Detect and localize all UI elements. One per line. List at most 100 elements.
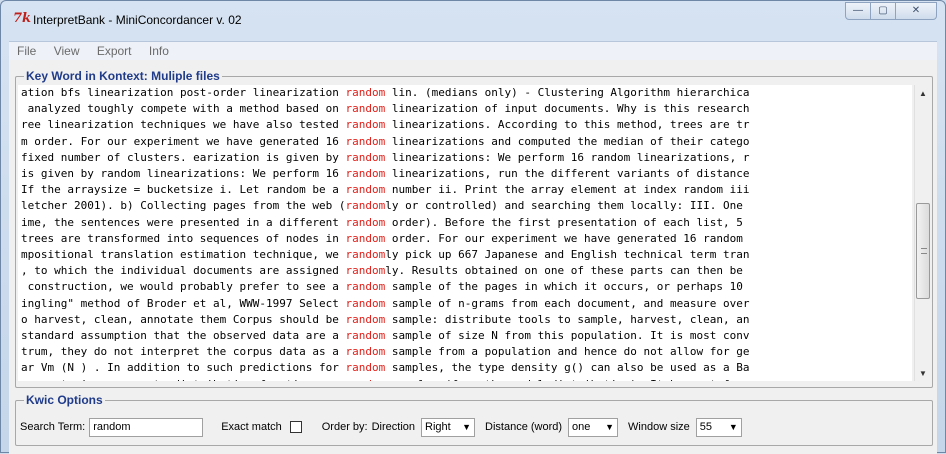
distance-value: one bbox=[572, 421, 591, 433]
minimize-button[interactable]: — bbox=[845, 2, 871, 20]
kwic-line: If the arraysize = bucketsize i. Let ran… bbox=[21, 182, 912, 198]
kwic-keyword: random bbox=[345, 264, 386, 278]
direction-value: Right bbox=[425, 421, 451, 433]
kwic-right-context: sample of n-grams from each document, an… bbox=[385, 296, 750, 310]
window-controls: — ▢ ✕ bbox=[845, 2, 937, 20]
kwic-left-context: analyzed toughly compete with a method b… bbox=[21, 102, 346, 116]
kwic-left-context: standard assumption that the observed da… bbox=[21, 329, 346, 343]
kwic-line: fixed number of clusters. earization is … bbox=[21, 150, 912, 166]
kwic-keyword: random bbox=[345, 296, 386, 310]
kwic-right-context: order. For our experiment we have genera… bbox=[385, 231, 743, 245]
kwic-keyword: random bbox=[345, 86, 386, 99]
kwic-left-context: If the arraysize = bucketsize i. Let ran… bbox=[21, 183, 346, 197]
kwic-keyword: random bbox=[345, 248, 386, 262]
kwic-line: mpositional translation estimation techn… bbox=[21, 247, 912, 263]
distance-select[interactable]: one ▼ bbox=[568, 417, 619, 437]
kwic-line: ime, the sentences were presented in a d… bbox=[21, 215, 912, 231]
kwic-right-context: linearization of input documents. Why is… bbox=[385, 102, 750, 116]
kwic-right-context: samples (from the model distribution). I… bbox=[385, 378, 750, 381]
search-term-input[interactable] bbox=[89, 417, 204, 437]
maximize-button[interactable]: ▢ bbox=[870, 2, 896, 20]
kwic-right-context: linearizations, run the different varian… bbox=[385, 167, 750, 181]
kwic-line: is given by random linearizations: We pe… bbox=[21, 166, 912, 182]
kwic-keyword: random bbox=[345, 329, 386, 343]
kwic-right-context: sample of the pages in which it occurs, … bbox=[385, 280, 743, 294]
kwic-line: ree linearization techniques we have als… bbox=[21, 117, 912, 133]
scrollbar-thumb[interactable] bbox=[916, 203, 930, 299]
kwic-keyword: random bbox=[345, 150, 386, 164]
kwic-left-context: o harvest, clean, annotate them Corpus s… bbox=[21, 312, 346, 326]
kwic-right-context: order). Before the first presentation of… bbox=[385, 215, 743, 229]
exact-match-checkbox[interactable] bbox=[289, 421, 302, 433]
kwic-line: ar Vm (N ) . In addition to such predict… bbox=[21, 360, 912, 376]
distance-label: Distance (word) bbox=[485, 421, 563, 433]
kwic-right-context: linearizations. According to this method… bbox=[385, 118, 750, 132]
kwic-left-context: fixed number of clusters. earization is … bbox=[21, 150, 346, 164]
window-size-label: Window size bbox=[628, 421, 690, 433]
kwic-right-context: sample from a population and hence do no… bbox=[385, 345, 750, 359]
direction-select[interactable]: Right ▼ bbox=[421, 417, 476, 437]
kwic-keyword: random bbox=[345, 102, 386, 116]
kwic-left-context: trum, they do not interpret the corpus d… bbox=[21, 345, 346, 359]
scroll-down-arrow-icon[interactable]: ▼ bbox=[915, 365, 931, 381]
window-title: InterpretBank - MiniConcordancer v. 02 bbox=[33, 13, 242, 27]
menu-view[interactable]: View bbox=[46, 42, 86, 61]
kwic-left-context: ree linearization techniques we have als… bbox=[21, 118, 346, 132]
kwic-keyword: random bbox=[345, 215, 386, 229]
kwic-left-context: oes not give access to distribution func… bbox=[21, 378, 346, 381]
scroll-up-arrow-icon[interactable]: ▲ bbox=[915, 85, 931, 101]
kwic-left-context: trees are transformed into sequences of … bbox=[21, 231, 346, 245]
kwic-keyword: random bbox=[345, 231, 386, 245]
kwic-text-area[interactable]: ation bfs linearization post-order linea… bbox=[18, 85, 912, 381]
kwic-right-context: linearizations: We perform 16 random lin… bbox=[385, 150, 750, 164]
order-by-label: Order by: bbox=[321, 421, 368, 433]
kwic-keyword: random bbox=[345, 199, 386, 213]
kwic-results-group: Key Word in Kontext: Muliple files ation… bbox=[15, 68, 933, 388]
kwic-group-title: Key Word in Kontext: Muliple files bbox=[24, 68, 222, 84]
kwic-line: ingling" method of Broder et al, WWW-199… bbox=[21, 296, 912, 312]
kwic-line: trum, they do not interpret the corpus d… bbox=[21, 344, 912, 360]
kwic-keyword: random bbox=[345, 134, 386, 148]
exact-match-label: Exact match bbox=[221, 421, 282, 433]
kwic-line: o harvest, clean, annotate them Corpus s… bbox=[21, 312, 912, 328]
client-area: Key Word in Kontext: Muliple files ation… bbox=[9, 60, 937, 454]
search-term-label: Search Term: bbox=[20, 421, 86, 433]
menu-info[interactable]: Info bbox=[141, 42, 175, 61]
menu-bar: File View Export Info bbox=[9, 41, 937, 60]
kwic-line: , to which the individual documents are … bbox=[21, 263, 912, 279]
kwic-options-group: Kwic Options Search Term: Exact match Or… bbox=[15, 392, 933, 446]
kwic-left-context: ingling" method of Broder et al, WWW-199… bbox=[21, 296, 346, 310]
kwic-right-context: number ii. Print the array element at in… bbox=[385, 183, 750, 197]
kwic-right-context: ly pick up 667 Japanese and English tech… bbox=[385, 248, 750, 262]
menu-file[interactable]: File bbox=[9, 42, 42, 61]
kwic-line: trees are transformed into sequences of … bbox=[21, 231, 912, 247]
kwic-line: m order. For our experiment we have gene… bbox=[21, 134, 912, 150]
options-row: Search Term: Exact match Order by: Direc… bbox=[20, 417, 752, 437]
title-bar[interactable]: 7k InterpretBank - MiniConcordancer v. 0… bbox=[1, 1, 945, 41]
kwic-left-context: is given by random linearizations: We pe… bbox=[21, 167, 346, 181]
kwic-left-context: letcher 2001). b) Collecting pages from … bbox=[21, 199, 346, 213]
kwic-keyword: random bbox=[345, 345, 386, 359]
close-button[interactable]: ✕ bbox=[895, 2, 937, 20]
kwic-right-context: linearizations and computed the median o… bbox=[385, 134, 750, 148]
window-size-select[interactable]: 55 ▼ bbox=[695, 417, 742, 437]
kwic-keyword: random bbox=[345, 361, 386, 375]
chevron-down-icon: ▼ bbox=[605, 422, 615, 432]
kwic-right-context: lin. (medians only) - Clustering Algorit… bbox=[385, 86, 750, 99]
kwic-line: letcher 2001). b) Collecting pages from … bbox=[21, 198, 912, 214]
kwic-keyword: random bbox=[345, 118, 386, 132]
kwic-left-context: construction, we would probably prefer t… bbox=[21, 280, 346, 294]
kwic-left-context: ar Vm (N ) . In addition to such predict… bbox=[21, 361, 346, 375]
kwic-line: oes not give access to distribution func… bbox=[21, 377, 912, 381]
kwic-right-context: ly or controlled) and searching them loc… bbox=[385, 199, 743, 213]
scroll-grip-icon bbox=[921, 248, 927, 254]
kwic-right-context: sample of size N from this population. I… bbox=[385, 329, 750, 343]
vertical-scrollbar[interactable]: ▲ ▼ bbox=[914, 85, 930, 381]
menu-export[interactable]: Export bbox=[89, 42, 138, 61]
kwic-right-context: ly. Results obtained on one of these par… bbox=[385, 264, 743, 278]
kwic-line: analyzed toughly compete with a method b… bbox=[21, 101, 912, 117]
kwic-left-context: ime, the sentences were presented in a d… bbox=[21, 215, 346, 229]
options-group-title: Kwic Options bbox=[24, 392, 105, 408]
window-size-value: 55 bbox=[699, 421, 713, 433]
kwic-keyword: random bbox=[345, 183, 386, 197]
